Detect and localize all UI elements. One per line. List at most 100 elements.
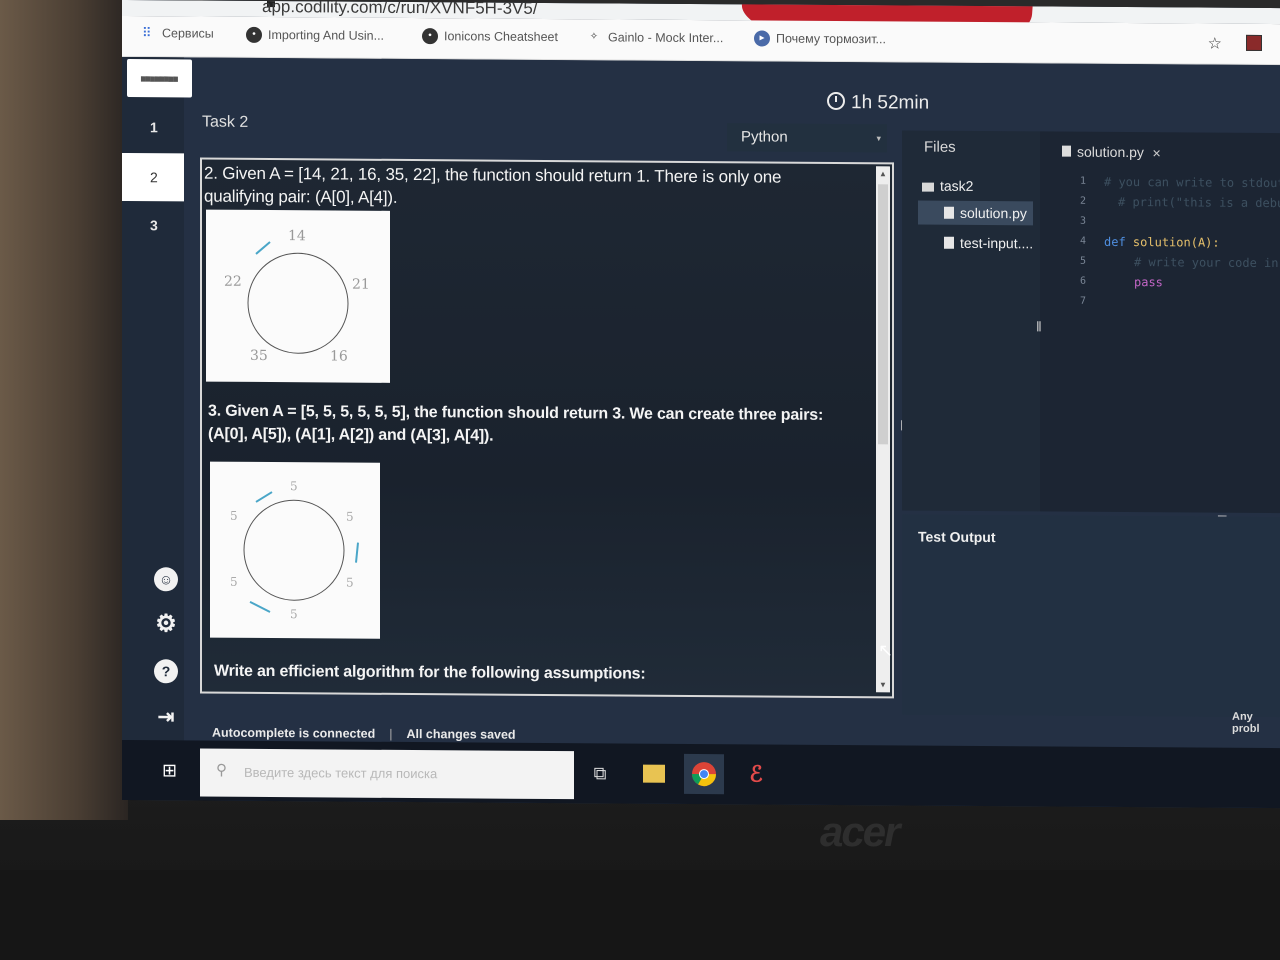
line-number: 2 [1079, 195, 1086, 207]
help-icon[interactable]: ? [154, 659, 178, 684]
brand-logo-mark: ▆▆▆▆▆▆▆▆ [141, 76, 178, 83]
example-3-text: 3. Given A = [5, 5, 5, 5, 5, 5], the fun… [208, 402, 824, 445]
task-nav-3[interactable]: 3 [122, 201, 184, 249]
assumptions-heading: Write an efficient algorithm for the fol… [214, 662, 646, 683]
code-keyword: def [1104, 234, 1126, 250]
files-header: Files [924, 138, 956, 156]
line-number: 4 [1079, 235, 1086, 247]
figure-label: 16 [330, 348, 348, 364]
pair-arc [355, 542, 359, 563]
test-output-header: Test Output [918, 528, 996, 546]
bookmark-ionicons[interactable]: • Ionicons Cheatsheet [422, 28, 558, 45]
bookmark-pochemu[interactable]: ▸ Почему тормозит... [754, 30, 886, 47]
file-label: test-input.... [960, 234, 1034, 252]
site-icon: • [422, 28, 438, 45]
tab-label: solution.py [1077, 143, 1144, 161]
folder-icon [643, 764, 665, 783]
bookmark-services[interactable]: ⠿ Сервисы [142, 25, 214, 41]
line-number: 1 [1079, 175, 1086, 187]
taskbar-search[interactable]: ⚲ Введите здесь текст для поиска [200, 748, 574, 800]
language-select[interactable]: Python ▾ [727, 123, 887, 153]
apps-grid-icon: ⠿ [142, 25, 152, 41]
figure-label: 5 [346, 576, 354, 590]
scroll-down-icon[interactable]: ▼ [879, 680, 887, 689]
editor-resize-handle[interactable]: ‖ [1036, 318, 1042, 334]
editor-tab-solution[interactable]: solution.py ✕ [1062, 143, 1161, 161]
bookmark-importing[interactable]: • Importing And Usin... [246, 26, 385, 44]
language-value: Python [741, 128, 788, 146]
mouse-cursor-icon: ↖ [878, 640, 894, 661]
folder-task2[interactable]: task2 [922, 178, 973, 194]
figure-label: 35 [250, 348, 268, 364]
bookmark-label: Сервисы [162, 26, 214, 41]
bookmark-gainlo[interactable]: ✧ Gainlo - Mock Inter... [586, 29, 724, 46]
clock-icon [827, 91, 845, 111]
task-scrollbar[interactable]: ▲ ▼ [876, 166, 890, 693]
bookmark-star-icon[interactable]: ☆ [1208, 34, 1222, 54]
figure-label: 14 [288, 228, 306, 244]
site-icon: • [246, 26, 262, 43]
bookmark-label: Gainlo - Mock Inter... [608, 30, 724, 46]
file-icon [944, 236, 954, 249]
code-content[interactable]: # you can write to stdout for debugging … [1104, 172, 1280, 315]
figure-label: 5 [346, 510, 354, 524]
example-3-figure: 5 5 5 5 5 5 [210, 461, 380, 639]
scroll-up-icon[interactable]: ▲ [879, 169, 887, 178]
pair-arc [255, 241, 271, 255]
task-view-icon[interactable]: ⧉ [580, 753, 620, 793]
line-numbers: 1 2 3 4 5 6 7 [1072, 172, 1086, 312]
file-test-input[interactable]: test-input.... [944, 234, 1034, 252]
brand-logo: ▆▆▆▆▆▆▆▆ [127, 59, 192, 98]
any-problems-link[interactable]: Any probl [1232, 711, 1280, 735]
task-nav-1[interactable]: 1 [122, 103, 184, 151]
code-comment: # print("this is a debug message") [1118, 194, 1280, 211]
status-separator: | [389, 726, 393, 741]
accessibility-icon[interactable]: ☺ [154, 567, 178, 592]
url-text[interactable]: app.codility.com/c/run/XVNF5H-3V5/ [262, 0, 538, 19]
save-status: All changes saved [406, 726, 516, 742]
task-description[interactable]: 2. Given A = [14, 21, 16, 35, 22], the f… [200, 157, 894, 699]
file-icon [1062, 145, 1071, 157]
windows-start-icon[interactable]: ⊞ [162, 760, 178, 780]
scroll-thumb[interactable] [878, 184, 888, 445]
site-icon: ✧ [589, 31, 599, 43]
line-number: 3 [1079, 215, 1086, 227]
app-glyph: ℰ [749, 761, 763, 787]
chrome-logo-icon [691, 762, 716, 787]
figure-label: 5 [230, 575, 238, 589]
laptop-lower-bezel [0, 870, 1280, 960]
task-view-glyph: ⧉ [593, 762, 607, 783]
example-2-figure: 14 21 16 35 22 [206, 209, 390, 383]
search-icon: ⚲ [216, 761, 227, 779]
folder-label: task2 [940, 177, 974, 194]
file-explorer-icon[interactable] [634, 754, 674, 794]
code-signature: solution(A): [1132, 235, 1220, 250]
bookmark-label: Почему тормозит... [776, 31, 886, 47]
circle-diagram-1: 14 21 16 35 22 [224, 228, 370, 364]
file-solution-py[interactable]: solution.py [918, 200, 1033, 226]
example-2-text: 2. Given A = [14, 21, 16, 35, 22], the f… [204, 163, 782, 207]
extension-icon[interactable] [1246, 34, 1262, 51]
folder-icon [922, 182, 934, 192]
figure-label: 5 [290, 479, 298, 493]
site-icon: ▸ [754, 30, 770, 47]
close-icon[interactable]: ✕ [1152, 148, 1161, 160]
background-wall [0, 0, 128, 820]
pair-arc [249, 601, 271, 613]
chevron-down-icon: ▾ [876, 133, 881, 144]
exit-icon[interactable]: ⇥ [154, 705, 178, 729]
line-number: 7 [1079, 295, 1086, 307]
file-icon [944, 206, 954, 219]
chrome-icon[interactable] [684, 753, 724, 795]
app-icon[interactable]: ℰ [736, 754, 776, 794]
task-nav-2[interactable]: 2 [122, 153, 184, 202]
circle-diagram-2: 5 5 5 5 5 5 [230, 479, 359, 621]
gear-icon[interactable]: ⚙ [154, 610, 178, 637]
bookmark-label: Ionicons Cheatsheet [444, 29, 558, 45]
timer: 1h 52min [827, 91, 929, 115]
bookmark-label: Importing And Usin... [268, 28, 385, 43]
file-label: solution.py [960, 204, 1027, 222]
taskbar: ⊞ ⚲ Введите здесь текст для поиска ⧉ ℰ [122, 740, 1280, 809]
figure-label: 21 [352, 277, 370, 293]
task-title: Task 2 [202, 113, 249, 131]
